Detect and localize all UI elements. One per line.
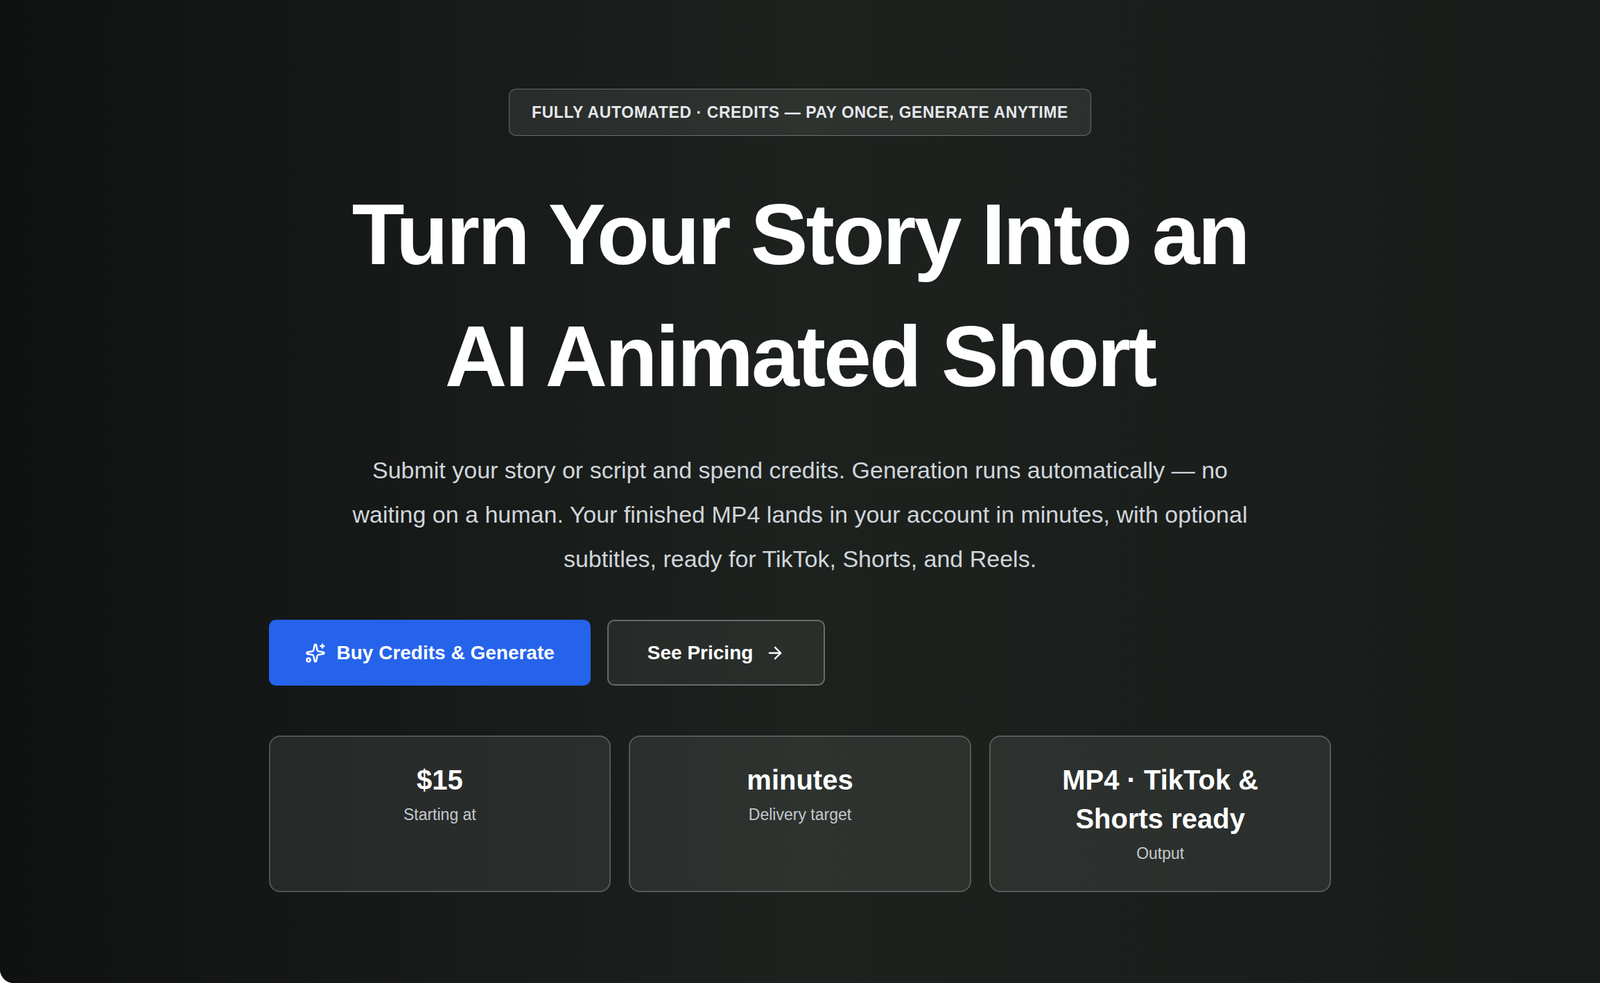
heading-line: AI Animated Short: [445, 295, 1155, 418]
arrow-right-icon: [765, 643, 785, 663]
hero-badge: FULLY AUTOMATED · CREDITS — PAY ONCE, GE…: [508, 88, 1092, 136]
stat-label: Starting at: [403, 803, 477, 826]
description-wrap: Submit your story or script and spend cr…: [268, 447, 1332, 581]
buy-credits-button[interactable]: Buy Credits & Generate: [268, 619, 591, 686]
stat-label: Output: [1136, 842, 1185, 865]
see-pricing-button[interactable]: See Pricing: [607, 619, 826, 686]
stat-card: minutes Delivery target: [628, 735, 972, 893]
stat-value: MP4 · TikTok & Shorts ready: [1015, 760, 1306, 839]
hero-content: FULLY AUTOMATED · CREDITS — PAY ONCE, GE…: [0, 0, 1600, 893]
stat-card: $15 Starting at: [268, 735, 612, 893]
stat-card: MP4 · TikTok & Shorts ready Output: [989, 735, 1332, 893]
hero-heading: Turn Your Story Into anAI Animated Short: [352, 173, 1249, 418]
hero-buttons: Buy Credits & GenerateSee Pricing: [268, 619, 1332, 686]
sparkles-icon: [305, 642, 326, 664]
stat-label: Delivery target: [748, 803, 852, 826]
stats-row: $15 Starting at minutes Delivery target MP4 …: [268, 735, 1332, 893]
stat-value: $15: [416, 760, 464, 800]
stat-value: minutes: [746, 760, 853, 800]
hero-description: Submit your story or script and spend cr…: [335, 447, 1265, 581]
hero-page: FULLY AUTOMATED · CREDITS — PAY ONCE, GE…: [0, 0, 1600, 983]
heading-line: Turn Your Story Into an: [352, 173, 1249, 296]
